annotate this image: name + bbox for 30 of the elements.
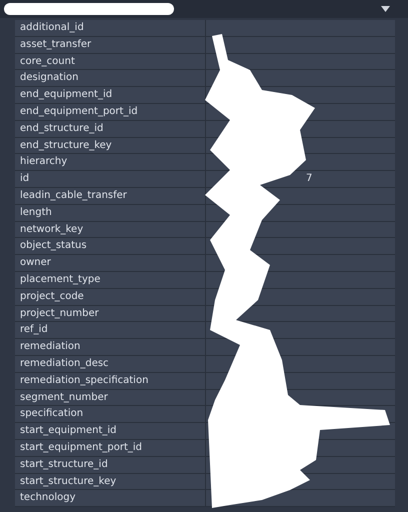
property-name: remediation_desc xyxy=(15,356,206,372)
property-name: additional_id xyxy=(15,20,206,36)
property-name: start_structure_key xyxy=(15,474,206,490)
layer-dropdown[interactable] xyxy=(0,0,408,18)
property-name: remediation xyxy=(15,339,206,355)
property-name: owner xyxy=(15,255,206,271)
property-value: 7 xyxy=(305,172,314,186)
property-name: object_status xyxy=(15,238,206,254)
property-name: project_code xyxy=(15,288,206,305)
property-name: segment_number xyxy=(15,390,206,406)
property-name: technology xyxy=(15,490,206,506)
property-name: placement_type xyxy=(15,272,206,288)
property-name: end_equipment_port_id xyxy=(15,104,206,120)
property-name: id xyxy=(15,171,206,187)
property-name: end_structure_key xyxy=(15,138,206,154)
property-name: hierarchy xyxy=(15,154,206,170)
property-name: core_count xyxy=(15,54,206,70)
property-name: asset_transfer xyxy=(15,36,206,53)
property-name: ref_id xyxy=(15,322,206,338)
property-name: length xyxy=(15,204,206,221)
caret-icon xyxy=(381,6,390,12)
property-name: designation xyxy=(15,70,206,86)
property-name: start_structure_id xyxy=(15,456,206,473)
property-name: end_structure_id xyxy=(15,120,206,137)
property-name: remediation_specification xyxy=(15,372,206,389)
property-name: network_key xyxy=(15,222,206,238)
property-name: project_number xyxy=(15,306,206,322)
property-name: start_equipment_id xyxy=(15,423,206,439)
property-name: specification xyxy=(15,406,206,422)
property-name: start_equipment_port_id xyxy=(15,440,206,456)
